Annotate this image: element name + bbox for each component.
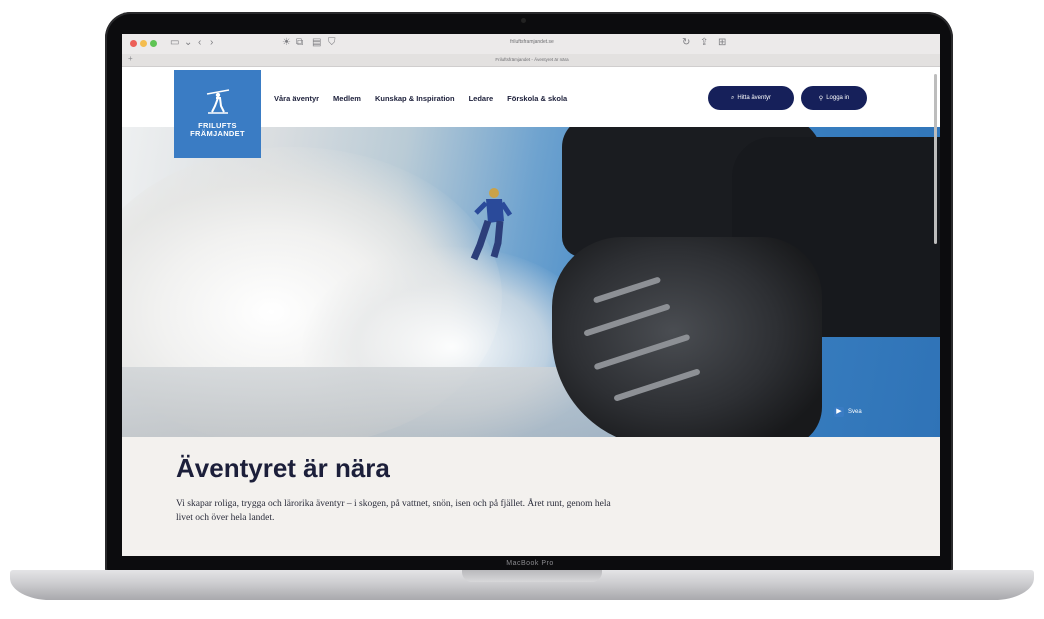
skier-figure xyxy=(470,188,513,261)
page-headline: Äventyret är nära xyxy=(176,453,390,483)
back-icon[interactable]: ‹ xyxy=(198,37,201,48)
intro-text: Vi skapar roliga, trygga och lärorika äv… xyxy=(176,499,611,523)
privacy-icon[interactable]: ☀ xyxy=(282,37,291,48)
site-logo[interactable]: FRILUFTS FRÄMJANDET xyxy=(174,70,261,158)
address-bar[interactable]: friluftsframjandet.se xyxy=(442,39,622,45)
hero-badge[interactable]: ▶ Svea xyxy=(834,407,862,417)
sidebar-icon[interactable]: ▭ xyxy=(170,37,179,48)
new-tab-icon[interactable]: ⊞ xyxy=(718,37,726,48)
webcam xyxy=(521,18,526,23)
nav-item-vara-aventyr[interactable]: Våra äventyr xyxy=(274,94,319,103)
tabs-icon[interactable]: ⧉ xyxy=(296,37,303,48)
find-adventure-button[interactable]: ⌕ Hitta äventyr xyxy=(708,86,794,110)
minimize-window-button[interactable] xyxy=(140,40,147,47)
nav-item-medlem[interactable]: Medlem xyxy=(333,94,361,103)
tab-bar: + Friluftsfrämjandet - Äventyret är nära xyxy=(122,54,940,67)
scrollbar[interactable] xyxy=(934,74,937,244)
close-window-button[interactable] xyxy=(130,40,137,47)
chevron-down-icon[interactable]: ⌄ xyxy=(184,37,192,48)
find-adventure-label: Hitta äventyr xyxy=(737,95,772,101)
play-icon: ▶ xyxy=(834,407,844,417)
login-label: Logga in xyxy=(826,95,850,101)
logo-text: FRILUFTS FRÄMJANDET xyxy=(190,121,245,138)
login-button[interactable]: ⚲ Logga in xyxy=(801,86,867,110)
shield-icon[interactable]: ⛉ xyxy=(328,37,336,48)
search-icon: ⌕ xyxy=(730,94,735,101)
reader-icon[interactable]: ▤ xyxy=(312,37,321,48)
maximize-window-button[interactable] xyxy=(150,40,157,47)
active-tab[interactable]: Friluftsfrämjandet - Äventyret är nära xyxy=(452,57,612,62)
skier-logo-icon xyxy=(206,89,229,114)
plus-icon[interactable]: + xyxy=(128,54,133,63)
hero-badge-label: Svea xyxy=(848,409,862,415)
hero-image: ▶ Svea xyxy=(122,127,940,437)
forward-icon[interactable]: › xyxy=(210,37,213,48)
trackpad-notch xyxy=(462,570,602,582)
device-label: MacBook Pro xyxy=(506,560,554,567)
browser-toolbar: ▭ ⌄ ‹ › ☀ ⧉ ▤ ⛉ friluftsframjandet.se ↻ … xyxy=(122,34,940,55)
main-nav: Våra äventyr Medlem Kunskap & Inspiratio… xyxy=(274,94,581,103)
nav-item-forskola[interactable]: Förskola & skola xyxy=(507,94,567,103)
reload-icon[interactable]: ↻ xyxy=(682,37,690,48)
nav-item-kunskap[interactable]: Kunskap & Inspiration xyxy=(375,94,455,103)
share-icon[interactable]: ⇪ xyxy=(700,37,708,48)
intro-section: Äventyret är nära Vi skapar roliga, tryg… xyxy=(122,437,940,556)
user-icon: ⚲ xyxy=(818,95,824,102)
nav-item-ledare[interactable]: Ledare xyxy=(469,94,494,103)
laptop-screen: ▭ ⌄ ‹ › ☀ ⧉ ▤ ⛉ friluftsframjandet.se ↻ … xyxy=(122,34,940,556)
